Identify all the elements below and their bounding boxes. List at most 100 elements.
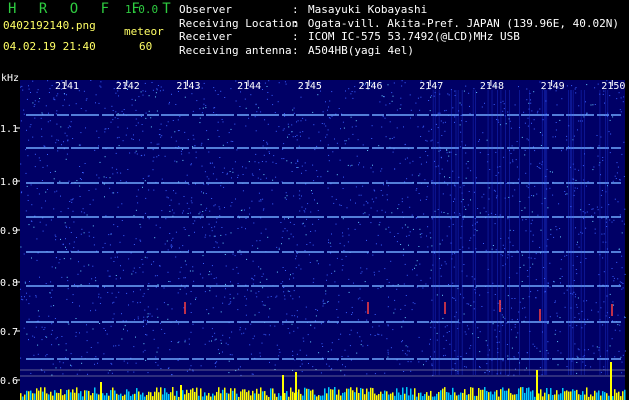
x-tick-label: 2146 xyxy=(359,81,383,92)
meta-observer: Observer: Masayuki Kobayashi xyxy=(179,3,428,16)
level-bar xyxy=(102,393,104,400)
level-bar xyxy=(38,390,40,400)
level-bar xyxy=(134,393,136,400)
level-bar xyxy=(424,394,426,400)
level-bar xyxy=(366,388,368,400)
level-bar xyxy=(262,391,264,400)
count: 60 xyxy=(139,40,153,53)
level-bar xyxy=(112,387,114,400)
level-bar xyxy=(518,388,520,400)
level-bar xyxy=(556,390,558,400)
level-bar xyxy=(44,387,46,400)
level-bar xyxy=(486,390,488,400)
level-bar xyxy=(272,388,274,400)
level-bar xyxy=(454,392,456,400)
level-bar xyxy=(278,393,280,400)
level-bar xyxy=(250,395,252,400)
level-bar xyxy=(438,391,440,400)
level-bar xyxy=(406,387,408,400)
level-bar xyxy=(580,394,582,400)
level-bar xyxy=(382,393,384,400)
mode-label: meteor xyxy=(124,25,164,38)
level-bar xyxy=(60,389,62,400)
level-bar xyxy=(308,388,310,400)
level-bar xyxy=(150,392,152,400)
level-bar xyxy=(196,387,198,400)
level-bar xyxy=(576,389,578,400)
level-bar xyxy=(432,396,434,400)
level-bar xyxy=(418,392,420,400)
level-bar xyxy=(120,393,122,400)
level-bar xyxy=(270,388,272,400)
level-bar xyxy=(542,396,544,400)
level-spike xyxy=(180,385,182,400)
meta-value: Masayuki Kobayashi xyxy=(308,3,428,16)
level-bar xyxy=(452,387,454,400)
level-bar xyxy=(372,388,374,400)
level-bar xyxy=(76,387,78,400)
level-bar xyxy=(72,389,74,400)
level-bar xyxy=(138,391,140,400)
meta-key: Receiving Location xyxy=(179,16,299,30)
level-bar xyxy=(84,390,86,400)
level-bar xyxy=(104,395,106,400)
level-bar xyxy=(528,387,530,400)
level-bar xyxy=(414,388,416,400)
level-bar xyxy=(484,387,486,400)
level-bar xyxy=(420,392,422,400)
level-bar xyxy=(164,388,166,400)
level-bar xyxy=(68,389,70,400)
level-bar xyxy=(170,392,172,400)
station-info: Observer: Masayuki Kobayashi Receiving Lo… xyxy=(179,3,619,57)
level-bar xyxy=(578,394,580,400)
level-bar xyxy=(612,396,614,400)
level-bar xyxy=(362,388,364,400)
level-bar xyxy=(616,392,618,400)
level-bar xyxy=(346,388,348,400)
level-bar xyxy=(412,394,414,400)
x-tick-label: 2143 xyxy=(176,81,200,92)
level-bar xyxy=(504,390,506,400)
y-tick-label: 0.8 xyxy=(0,278,18,289)
level-bar xyxy=(332,389,334,400)
level-bar xyxy=(354,392,356,400)
level-bar xyxy=(532,390,534,400)
level-bar xyxy=(538,393,540,400)
level-bar xyxy=(356,387,358,400)
level-bar xyxy=(598,390,600,400)
level-bar xyxy=(318,395,320,400)
level-bar xyxy=(344,392,346,400)
level-bar xyxy=(410,388,412,400)
level-bar xyxy=(572,389,574,400)
level-bar xyxy=(92,393,94,400)
level-bar xyxy=(544,392,546,400)
level-bar xyxy=(604,392,606,400)
level-bar xyxy=(62,395,64,400)
level-bar xyxy=(510,393,512,400)
y-tick-label: 0.9 xyxy=(0,226,18,237)
level-bar xyxy=(326,393,328,400)
level-bar xyxy=(204,392,206,400)
level-bar xyxy=(624,389,626,400)
level-bar xyxy=(254,393,256,400)
level-bar xyxy=(82,396,84,400)
level-bar xyxy=(168,393,170,400)
level-bar xyxy=(426,392,428,400)
level-bar xyxy=(22,396,24,400)
x-tick-label: 2142 xyxy=(116,81,140,92)
level-bar xyxy=(522,387,524,400)
level-bar xyxy=(456,395,458,400)
level-bar xyxy=(162,394,164,400)
level-bar xyxy=(566,390,568,400)
level-bar xyxy=(592,396,594,400)
meta-location: Receiving Location: Ogata-vill. Akita-Pre… xyxy=(179,16,619,30)
level-bar xyxy=(190,389,192,400)
level-bar xyxy=(292,391,294,400)
level-bar xyxy=(56,392,58,400)
level-bar xyxy=(548,394,550,400)
level-bar xyxy=(192,388,194,400)
level-bar xyxy=(58,393,60,400)
level-bar xyxy=(416,396,418,400)
level-bar xyxy=(40,387,42,400)
level-bar xyxy=(434,396,436,400)
